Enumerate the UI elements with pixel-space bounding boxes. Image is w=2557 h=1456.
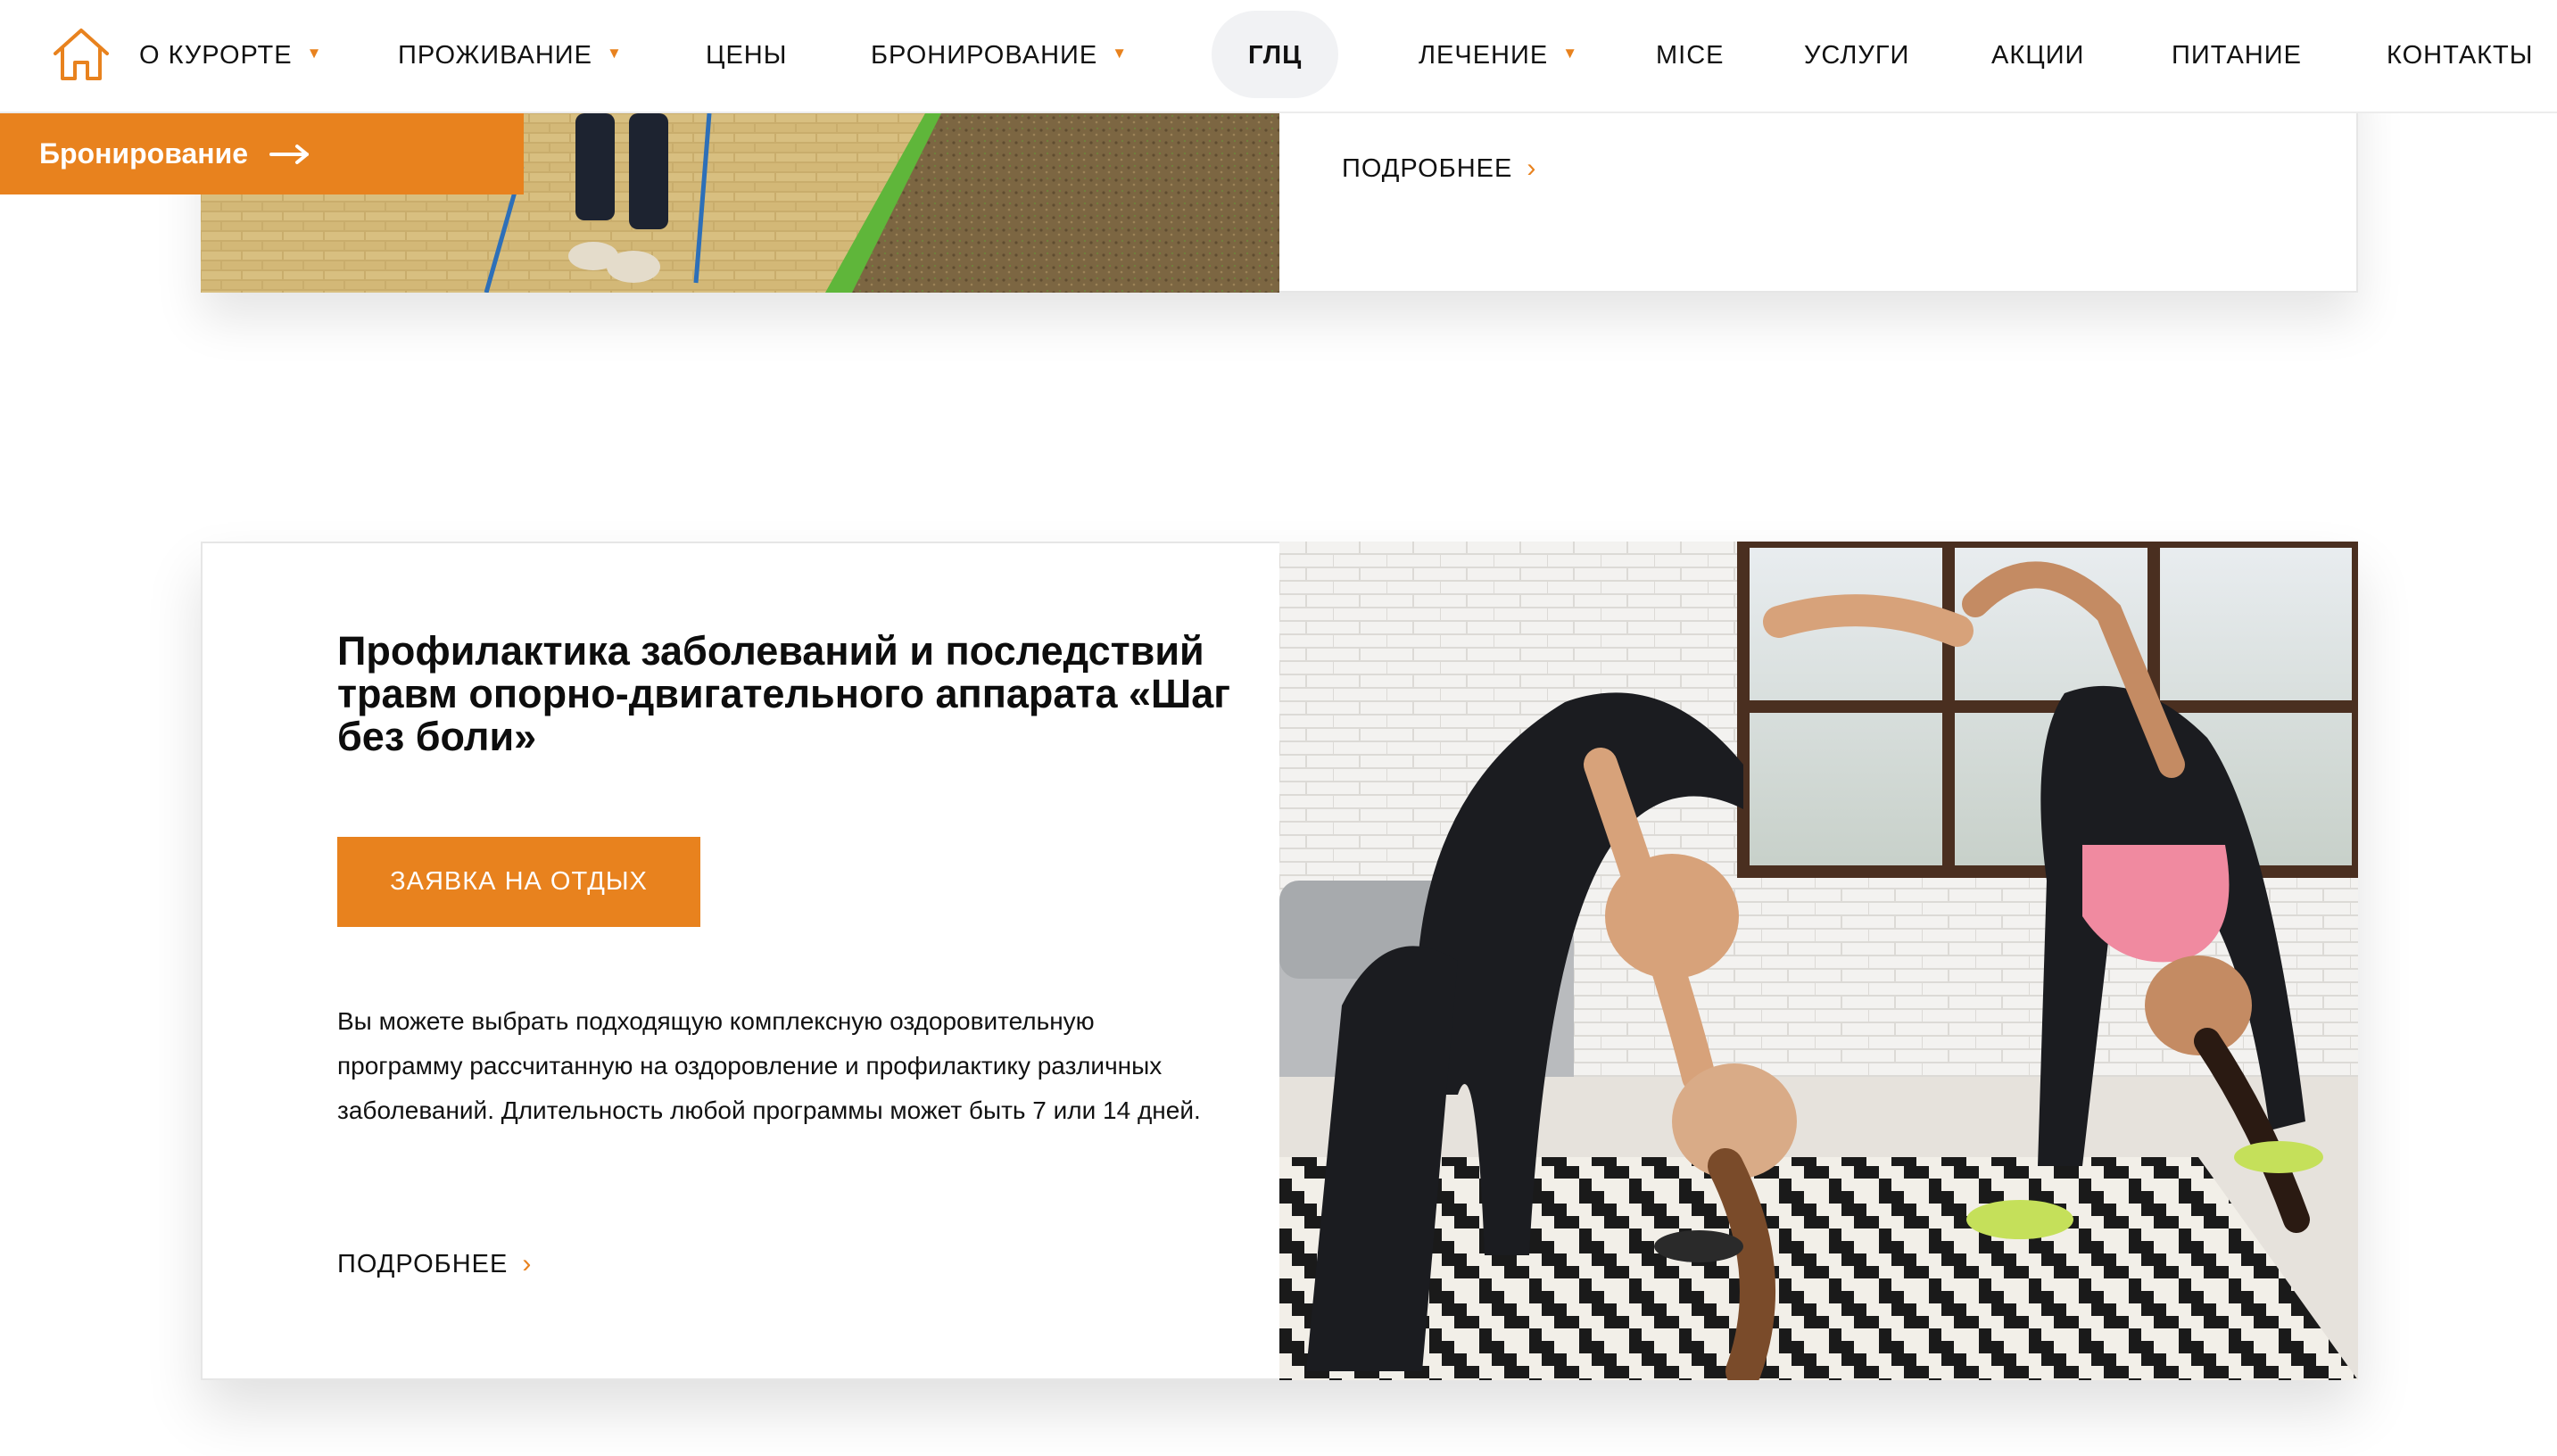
booking-button[interactable]: Бронирование xyxy=(0,113,524,194)
nav-item-contacts[interactable]: КОНТАКТЫ xyxy=(2387,0,2533,111)
more-label: ПОДРОБНЕЕ xyxy=(337,1249,509,1278)
chevron-right-icon: › xyxy=(1527,153,1537,183)
nav-item-glc[interactable]: ГЛЦ xyxy=(1248,0,1302,111)
nav-item-food[interactable]: ПИТАНИЕ xyxy=(2172,0,2302,111)
caret-down-icon: ▼ xyxy=(1112,45,1129,62)
previous-more-link[interactable]: ПОДРОБНЕЕ › xyxy=(1342,153,1536,184)
home-icon xyxy=(54,29,109,80)
more-link[interactable]: ПОДРОБНЕЕ › xyxy=(337,1249,532,1279)
nav-item-prices[interactable]: ЦЕНЫ xyxy=(706,0,787,111)
program-title: Профилактика заболеваний и последствий т… xyxy=(337,628,1231,759)
chevron-right-icon: › xyxy=(522,1249,533,1278)
request-vacation-button[interactable]: ЗАЯВКА НА ОТДЫХ xyxy=(337,837,700,927)
booking-label: Бронирование xyxy=(39,137,249,170)
nav-item-about[interactable]: О КУРОРТЕ ▼ xyxy=(139,0,322,111)
nav-label: ЛЕЧЕНИЕ xyxy=(1419,40,1549,70)
nav-item-treatment[interactable]: ЛЕЧЕНИЕ ▼ xyxy=(1419,0,1578,111)
nav-label: АКЦИИ xyxy=(1991,40,2085,70)
nav-label: БРОНИРОВАНИЕ xyxy=(871,40,1098,70)
nav-label: КОНТАКТЫ xyxy=(2387,40,2534,70)
program-description: Вы можете выбрать подходящую комплексную… xyxy=(337,1007,1201,1124)
more-label: ПОДРОБНЕЕ xyxy=(1342,153,1513,183)
nav-label: ПИТАНИЕ xyxy=(2172,40,2302,70)
nav-label: ЦЕНЫ xyxy=(706,40,788,70)
caret-down-icon: ▼ xyxy=(606,45,623,62)
nav-label: ГЛЦ xyxy=(1248,40,1303,70)
nav-item-accommodation[interactable]: ПРОЖИВАНИЕ ▼ xyxy=(398,0,623,111)
nav-label: MICE xyxy=(1656,40,1725,70)
nav-item-mice[interactable]: MICE xyxy=(1656,0,1725,111)
nav-item-booking[interactable]: БРОНИРОВАНИЕ ▼ xyxy=(871,0,1128,111)
nav-label: О КУРОРТЕ xyxy=(139,40,293,70)
nav-label: УСЛУГИ xyxy=(1804,40,1910,70)
nav-item-services[interactable]: УСЛУГИ xyxy=(1804,0,1909,111)
yoga-stretching-photo xyxy=(1279,542,2358,1380)
arrow-right-icon xyxy=(269,144,310,164)
home-button[interactable] xyxy=(52,27,111,82)
main-navigation: О КУРОРТЕ ▼ ПРОЖИВАНИЕ ▼ ЦЕНЫ БРОНИРОВАН… xyxy=(0,0,2557,113)
nav-label: ПРОЖИВАНИЕ xyxy=(398,40,592,70)
caret-down-icon: ▼ xyxy=(306,45,323,62)
caret-down-icon: ▼ xyxy=(1562,45,1579,62)
nav-item-offers[interactable]: АКЦИИ xyxy=(1991,0,2084,111)
